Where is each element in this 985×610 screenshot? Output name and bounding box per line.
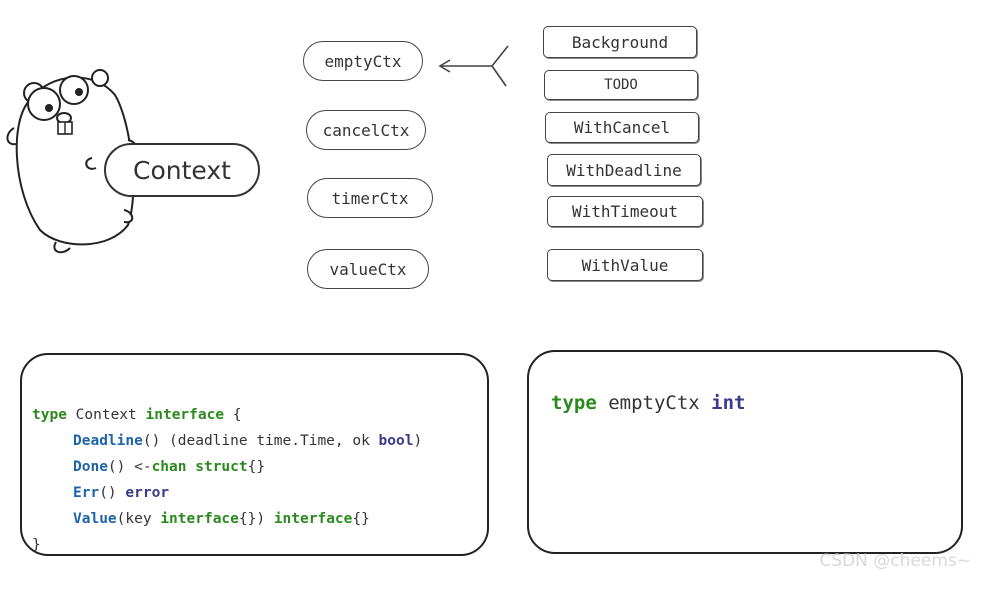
fork-arrow [438,45,509,87]
context-oval: Context [104,143,260,197]
ctx-type-emptyctx: emptyCtx [303,41,423,81]
context-label: Context [133,155,231,185]
context-interface-code: type Context interface { Deadline() (dead… [32,376,422,610]
ctx-type-cancelctx: cancelCtx [306,110,426,150]
code-line-1: type Context interface { [32,407,242,423]
ctx-type-timerctx: timerCtx [307,178,433,218]
ctx-type-valuectx: valueCtx [307,249,429,289]
code-line-4: Err() error [73,485,170,501]
code-line-5: Value(key interface{}) interface{} [73,511,370,527]
function-background: Background [543,26,697,58]
function-withvalue: WithValue [547,249,703,281]
function-withtimeout: WithTimeout [547,196,703,227]
function-withcancel: WithCancel [545,112,699,143]
gopher-eye-left [27,87,61,121]
code-line-3: Done() <-chan struct{} [73,459,266,475]
gopher-ear-right [91,69,109,87]
gopher-eye-right [59,75,89,105]
context-interface-panel: type Context interface { Deadline() (dead… [20,353,489,556]
watermark: CSDN @cheems~ [819,551,971,571]
code-line-6: } [32,537,41,553]
function-withdeadline: WithDeadline [547,154,701,186]
emptyctx-code: type emptyCtx int [551,392,746,414]
code-line-2: Deadline() (deadline time.Time, ok bool) [73,433,423,449]
emptyctx-panel: type emptyCtx int [527,350,963,554]
function-todo: TODO [544,70,698,100]
